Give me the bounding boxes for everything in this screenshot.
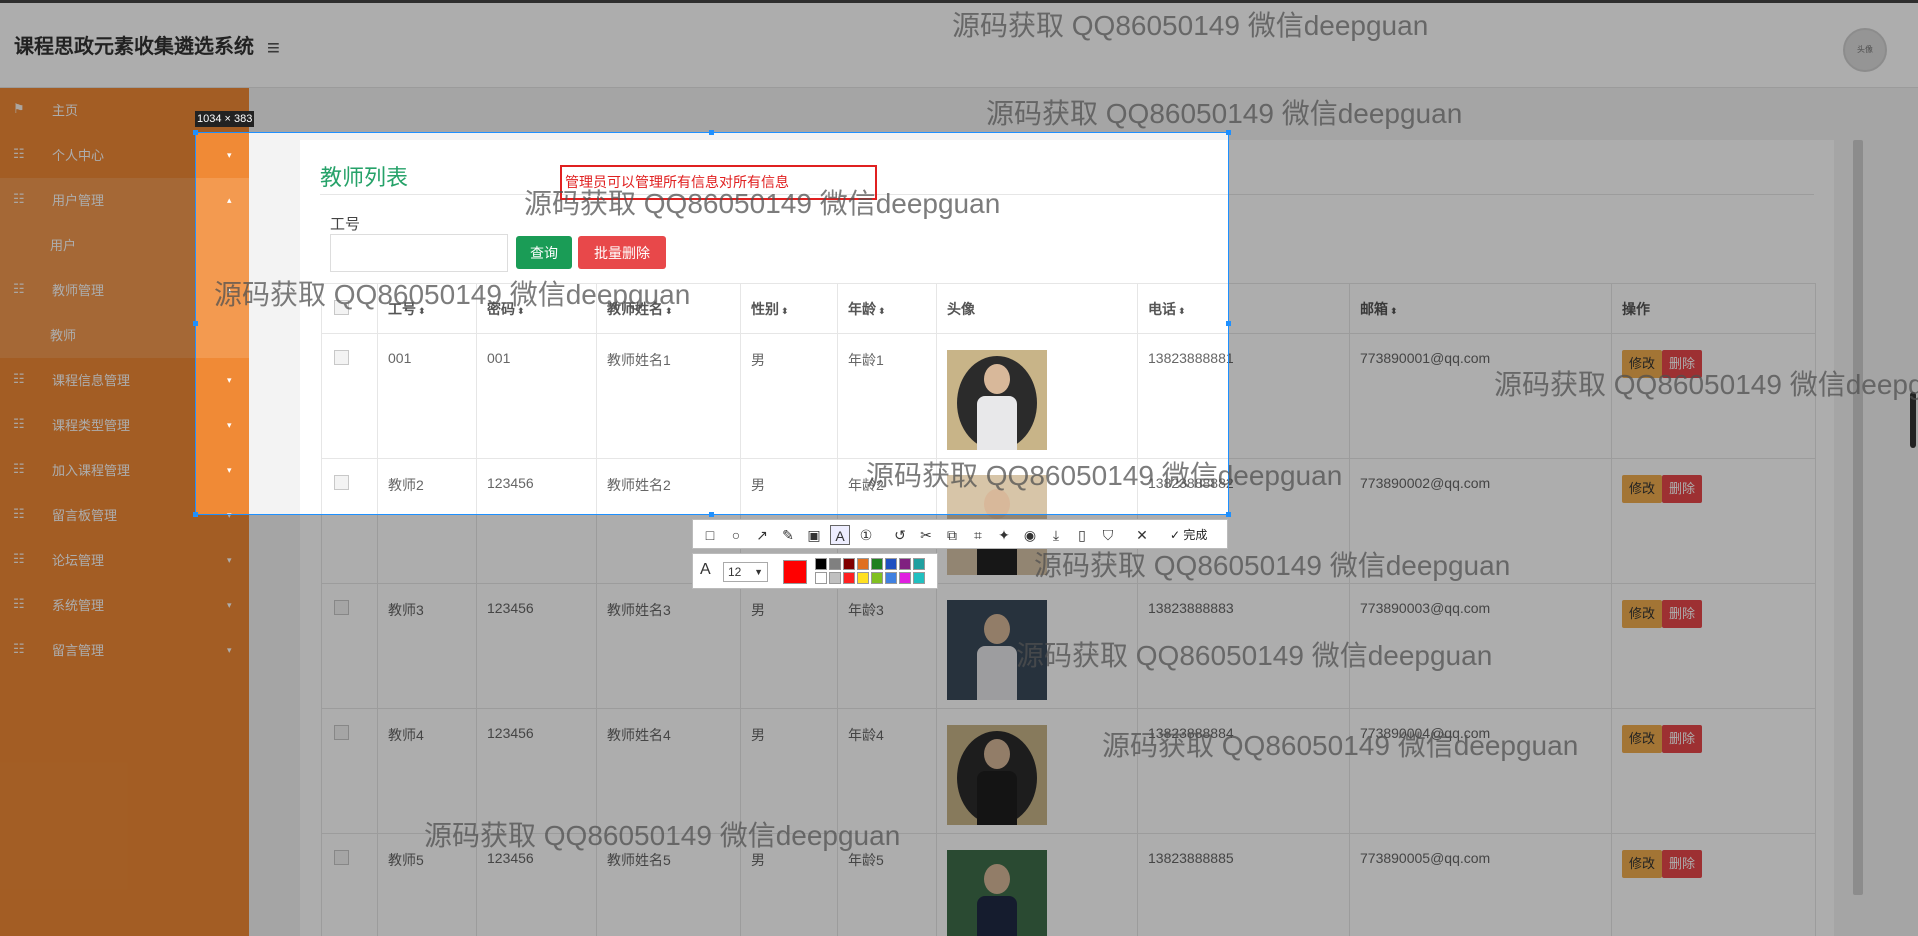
color-swatch[interactable] <box>815 558 827 570</box>
pen-icon[interactable]: ✎ <box>778 525 798 545</box>
watermark: 源码获取 QQ86050149 微信deepguan <box>1494 369 1918 400</box>
color-swatch[interactable] <box>829 572 841 584</box>
watermark: 源码获取 QQ86050149 微信deepguan <box>952 10 1429 41</box>
font-icon: A <box>700 561 711 578</box>
chevron-down-icon: ▼ <box>754 567 763 577</box>
color-swatch[interactable] <box>843 558 855 570</box>
color-swatch[interactable] <box>871 572 883 584</box>
text-icon[interactable]: A <box>830 525 850 545</box>
watermark: 源码获取 QQ86050149 微信deepguan <box>986 98 1463 129</box>
watermark: 源码获取 QQ86050149 微信deepguan <box>214 279 691 310</box>
pin-icon[interactable]: ✦ <box>994 525 1014 545</box>
color-swatch[interactable] <box>885 558 897 570</box>
done-button[interactable]: ✓ 完成 <box>1170 525 1207 545</box>
bookmark-icon[interactable]: ⛉ <box>1098 525 1118 545</box>
text-style-toolbar: A 12 ▼ <box>692 553 938 589</box>
color-swatch[interactable] <box>885 572 897 584</box>
resize-handle[interactable] <box>1226 321 1231 326</box>
ellipse-icon[interactable]: ○ <box>726 525 746 545</box>
undo-icon[interactable]: ↺ <box>890 525 910 545</box>
color-swatch[interactable] <box>913 572 925 584</box>
check-icon: ✓ <box>1170 528 1181 542</box>
resize-handle[interactable] <box>709 512 714 517</box>
color-swatch[interactable] <box>899 572 911 584</box>
ocr-icon[interactable]: ⌗ <box>968 525 988 545</box>
download-icon[interactable]: ⤓ <box>1046 525 1066 545</box>
dim-overlay <box>0 132 195 515</box>
color-swatch[interactable] <box>857 558 869 570</box>
watermark: 源码获取 QQ86050149 微信deepguan <box>424 820 901 851</box>
watermark: 源码获取 QQ86050149 微信deepguan <box>866 460 1343 491</box>
rectangle-icon[interactable]: □ <box>700 525 720 545</box>
resize-handle[interactable] <box>193 130 198 135</box>
resize-handle[interactable] <box>709 130 714 135</box>
selection-size-label: 1034 × 383 <box>195 111 255 127</box>
cut-icon[interactable]: ✂ <box>916 525 936 545</box>
color-swatch[interactable] <box>871 558 883 570</box>
resize-handle[interactable] <box>193 321 198 326</box>
dim-overlay <box>0 515 1918 936</box>
save-icon[interactable]: ▯ <box>1072 525 1092 545</box>
color-swatch[interactable] <box>829 558 841 570</box>
watermark: 源码获取 QQ86050149 微信deepguan <box>1102 730 1579 761</box>
copy-icon[interactable]: ⧉ <box>942 525 962 545</box>
font-size-select[interactable]: 12 ▼ <box>723 562 768 582</box>
close-icon[interactable]: ✕ <box>1132 525 1152 545</box>
resize-handle[interactable] <box>1226 512 1231 517</box>
color-swatch[interactable] <box>815 572 827 584</box>
current-color-swatch[interactable] <box>783 560 807 584</box>
color-swatch[interactable] <box>899 558 911 570</box>
arrow-icon[interactable]: ↗ <box>752 525 772 545</box>
watermark: 源码获取 QQ86050149 微信deepguan <box>1016 640 1493 671</box>
mosaic-icon[interactable]: ▣ <box>804 525 824 545</box>
color-swatch[interactable] <box>857 572 869 584</box>
resize-handle[interactable] <box>193 512 198 517</box>
watermark: 源码获取 QQ86050149 微信deepguan <box>1034 550 1511 581</box>
record-icon[interactable]: ◉ <box>1020 525 1040 545</box>
color-swatch[interactable] <box>913 558 925 570</box>
color-swatch[interactable] <box>843 572 855 584</box>
number-icon[interactable]: ① <box>856 525 876 545</box>
watermark: 源码获取 QQ86050149 微信deepguan <box>524 188 1001 219</box>
